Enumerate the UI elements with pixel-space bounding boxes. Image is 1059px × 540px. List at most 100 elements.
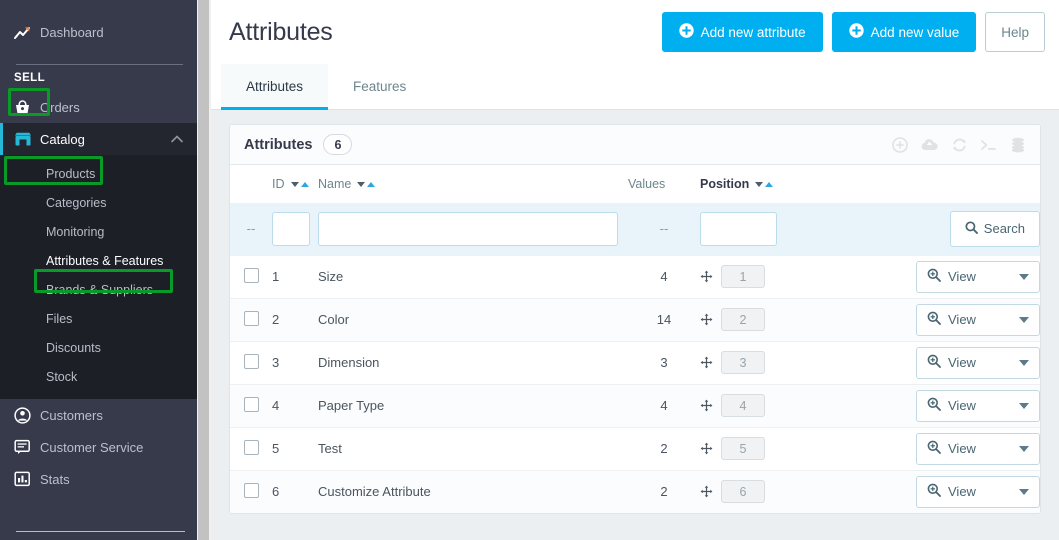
row-checkbox[interactable]: [243, 310, 259, 326]
plus-circle-icon[interactable]: [892, 136, 908, 153]
chevron-down-icon[interactable]: [1019, 488, 1029, 495]
zoom-in-icon: [927, 311, 941, 328]
chat-icon: [14, 439, 40, 455]
tab-features[interactable]: Features: [328, 64, 431, 109]
chevron-down-icon[interactable]: [1019, 359, 1029, 366]
sidebar-item-label: Orders: [40, 99, 80, 115]
chevron-down-icon[interactable]: [1019, 273, 1029, 280]
search-button[interactable]: Search: [949, 210, 1040, 247]
sidebar-item-catalog[interactable]: Catalog: [0, 123, 197, 155]
chevron-down-icon[interactable]: [1019, 316, 1029, 323]
row-view-button[interactable]: View: [916, 475, 1040, 508]
sort-controls-id[interactable]: [290, 181, 309, 187]
cell-position: 2: [721, 308, 765, 331]
sidebar-item-dashboard[interactable]: Dashboard: [0, 16, 197, 48]
sidebar-item-stats[interactable]: Stats: [0, 463, 197, 495]
column-header-name[interactable]: Name: [318, 165, 628, 203]
store-icon: [14, 131, 40, 147]
sidebar-subitem-stock[interactable]: Stock: [0, 362, 197, 391]
sidebar-subitem-discounts[interactable]: Discounts: [0, 333, 197, 362]
drag-handle-icon[interactable]: [700, 399, 713, 412]
sidebar-item-customers[interactable]: Customers: [0, 399, 197, 431]
sidebar-subitem-categories[interactable]: Categories: [0, 188, 197, 217]
row-checkbox[interactable]: [243, 267, 259, 283]
sort-desc-icon[interactable]: [290, 181, 299, 187]
sort-desc-icon[interactable]: [357, 181, 366, 187]
sort-asc-icon[interactable]: [300, 181, 309, 187]
plus-circle-icon: [678, 23, 694, 41]
database-icon[interactable]: [1010, 137, 1026, 153]
filter-id-input[interactable]: [272, 211, 310, 246]
table-row[interactable]: 6 Customize Attribute 2 6 View: [230, 469, 1040, 513]
sidebar-scrollbar[interactable]: [197, 0, 211, 540]
tab-attributes[interactable]: Attributes: [221, 64, 329, 110]
sidebar-item-label: Customers: [40, 407, 103, 423]
row-checkbox[interactable]: [243, 396, 259, 412]
catalog-submenu: Products Categories Monitoring Attribute…: [0, 155, 197, 399]
attributes-table: ID Name Values Position -- -- Search 1 S…: [230, 165, 1040, 513]
button-label: Help: [1001, 24, 1029, 40]
sidebar-subitem-products[interactable]: Products: [0, 159, 197, 188]
row-view-button[interactable]: View: [916, 346, 1040, 379]
drag-handle-icon[interactable]: [700, 485, 713, 498]
row-view-button[interactable]: View: [916, 303, 1040, 336]
cell-id: 5: [272, 426, 318, 470]
add-new-value-button[interactable]: Add new value: [831, 12, 977, 52]
bar-chart-icon: [14, 471, 40, 487]
sidebar-item-orders[interactable]: Orders: [0, 91, 197, 123]
sidebar-subitem-brands-suppliers[interactable]: Brands & Suppliers: [0, 275, 197, 304]
chevron-down-icon[interactable]: [1019, 445, 1029, 452]
drag-handle-icon[interactable]: [700, 356, 713, 369]
sort-asc-icon[interactable]: [765, 181, 774, 187]
filter-name-input[interactable]: [318, 211, 618, 246]
sort-desc-icon[interactable]: [755, 181, 764, 187]
cell-id: 4: [272, 383, 318, 427]
add-new-attribute-button[interactable]: Add new attribute: [661, 12, 823, 52]
filter-values-dash: --: [628, 203, 700, 255]
cloud-upload-icon[interactable]: [920, 138, 939, 152]
drag-handle-icon[interactable]: [700, 442, 713, 455]
sidebar-subitem-attributes-features[interactable]: Attributes & Features: [0, 246, 197, 275]
filter-position-input[interactable]: [700, 211, 777, 246]
button-label: View: [948, 441, 976, 456]
cell-values: 2: [628, 426, 700, 470]
column-header-id[interactable]: ID: [272, 165, 318, 203]
row-checkbox[interactable]: [243, 353, 259, 369]
sidebar-subitem-monitoring[interactable]: Monitoring: [0, 217, 197, 246]
row-view-button[interactable]: View: [916, 389, 1040, 422]
sidebar-subitem-files[interactable]: Files: [0, 304, 197, 333]
sort-controls-name[interactable]: [357, 181, 376, 187]
drag-handle-icon[interactable]: [700, 270, 713, 283]
page-toolbar: Attributes Add new attribute Add new val…: [211, 0, 1059, 64]
row-checkbox[interactable]: [243, 439, 259, 455]
sort-controls-position[interactable]: [755, 181, 774, 187]
button-label: View: [948, 312, 976, 327]
table-row[interactable]: 5 Test 2 5 View: [230, 426, 1040, 470]
help-button[interactable]: Help: [985, 12, 1045, 52]
button-label: Add new value: [870, 24, 960, 40]
column-label: Name: [318, 177, 352, 191]
sidebar-item-customer-service[interactable]: Customer Service: [0, 431, 197, 463]
table-row[interactable]: 4 Paper Type 4 4 View: [230, 383, 1040, 427]
cell-position: 1: [721, 265, 765, 288]
scrollbar-thumb[interactable]: [198, 0, 209, 540]
table-row[interactable]: 2 Color 14 2 View: [230, 297, 1040, 341]
sort-asc-icon[interactable]: [367, 181, 376, 187]
row-checkbox[interactable]: [243, 482, 259, 498]
cell-id: 6: [272, 469, 318, 513]
cell-id: 1: [272, 254, 318, 298]
cell-values: 2: [628, 469, 700, 513]
refresh-icon[interactable]: [951, 137, 968, 153]
row-view-button[interactable]: View: [916, 260, 1040, 293]
row-view-button[interactable]: View: [916, 432, 1040, 465]
table-row[interactable]: 3 Dimension 3 3 View: [230, 340, 1040, 384]
column-header-position[interactable]: Position: [700, 165, 870, 203]
table-body: -- -- Search 1 Size 4 1 View 2 Color 14 …: [230, 203, 1040, 513]
trend-up-icon: [14, 25, 40, 40]
cell-name: Test: [318, 426, 628, 470]
panel-title: Attributes: [244, 136, 313, 153]
drag-handle-icon[interactable]: [700, 313, 713, 326]
chevron-down-icon[interactable]: [1019, 402, 1029, 409]
table-row[interactable]: 1 Size 4 1 View: [230, 254, 1040, 298]
terminal-icon[interactable]: [980, 138, 998, 152]
